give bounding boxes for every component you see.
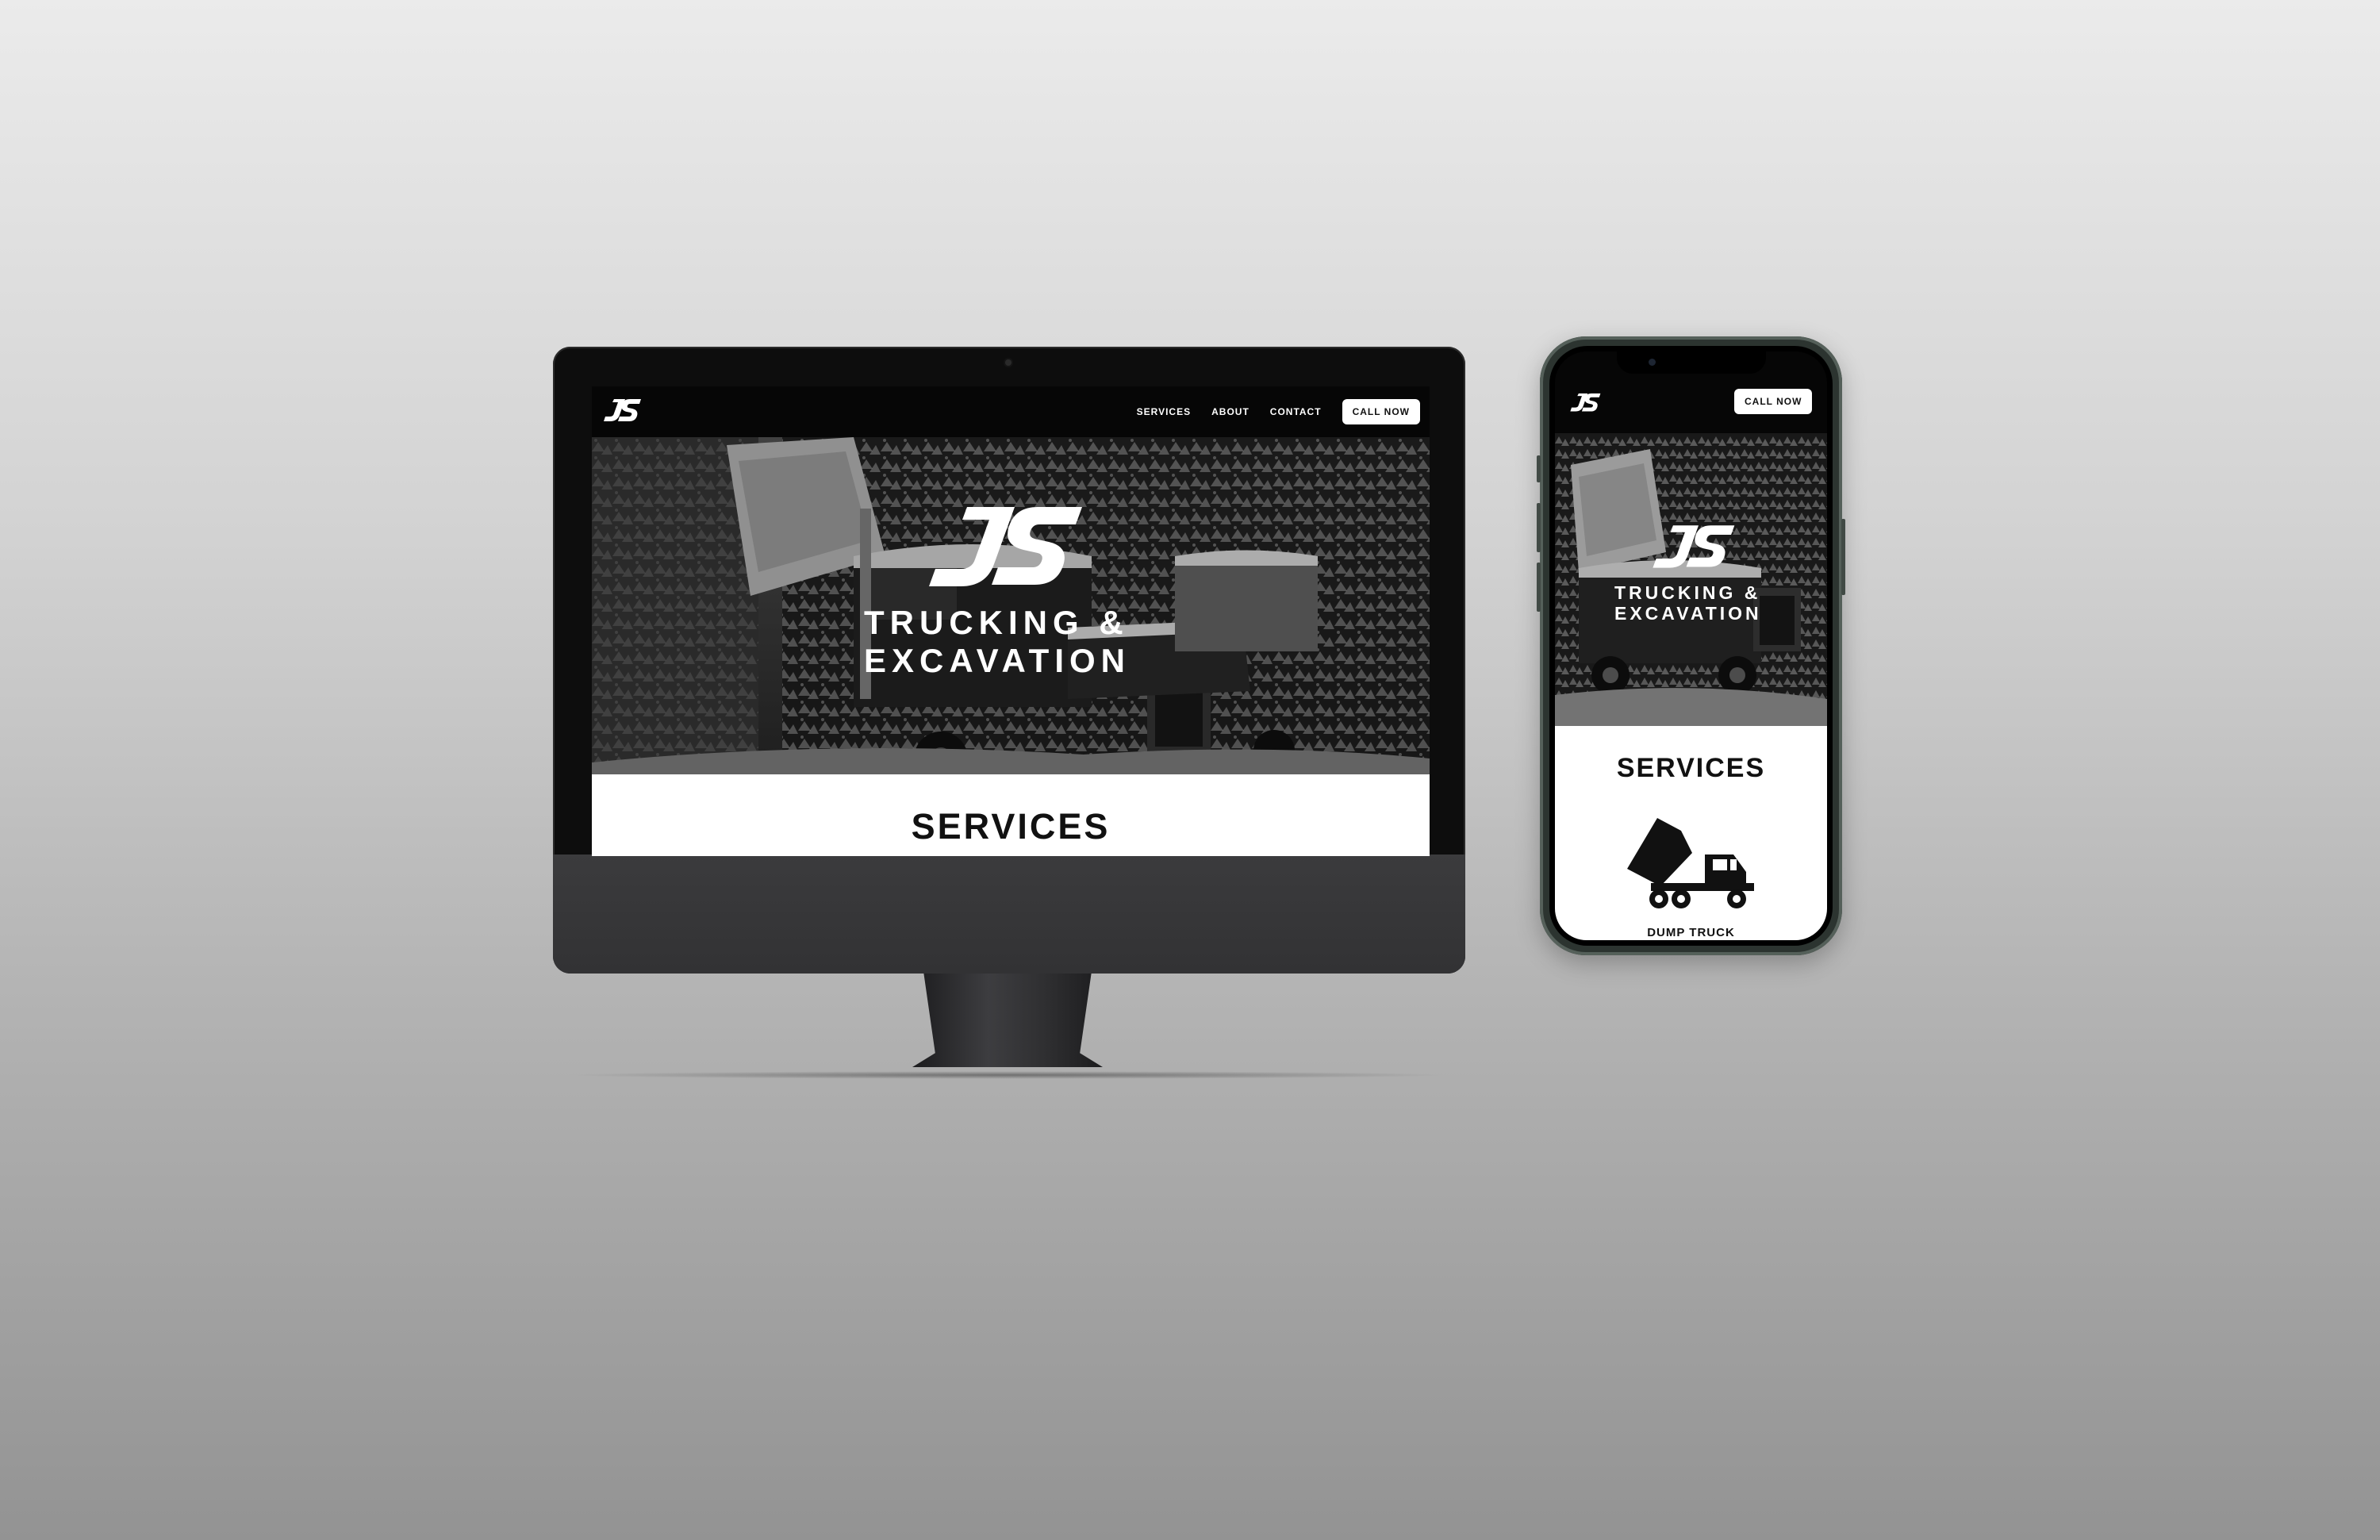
desktop-navbar: JS SERVICES ABOUT CONTACT CALL NOW: [592, 386, 1430, 437]
mobile-hero-truck-photo: [1555, 433, 1827, 726]
mobile-js-logo[interactable]: JS: [1567, 390, 1603, 417]
call-now-button[interactable]: CALL NOW: [1342, 399, 1420, 424]
services-section: SERVICES: [592, 774, 1430, 856]
dump-truck-icon[interactable]: [1619, 813, 1758, 916]
monitor-stand: [912, 974, 1103, 1067]
webcam: [1005, 359, 1012, 366]
mobile-hero-js-logo: JS: [1653, 525, 1735, 568]
monitor-shadow: [563, 1071, 1452, 1079]
mobile-hero-line-1: TRUCKING &: [1614, 582, 1761, 603]
mobile-services-title: SERVICES: [1616, 753, 1766, 783]
mobile-hero-banner: JS TRUCKING & EXCAVATION: [1555, 433, 1827, 726]
mobile-hero-line-2: EXCAVATION: [1614, 603, 1762, 624]
desktop-screen: JS SERVICES ABOUT CONTACT CALL NOW: [592, 386, 1430, 856]
dump-truck-label: DUMP TRUCK: [1647, 926, 1735, 939]
phone-power-button: [1841, 519, 1845, 595]
monitor-chin: [553, 854, 1465, 974]
js-logo[interactable]: JS: [600, 394, 644, 428]
nav-services[interactable]: SERVICES: [1137, 406, 1191, 417]
nav-contact[interactable]: CONTACT: [1270, 406, 1322, 417]
phone-volume-down: [1537, 563, 1541, 612]
nav-about[interactable]: ABOUT: [1211, 406, 1250, 417]
hero-line-2: EXCAVATION: [864, 642, 1131, 679]
hero-js-logo: JS: [929, 507, 1082, 586]
hero-line-1: TRUCKING &: [864, 604, 1129, 641]
phone-volume-up: [1537, 503, 1541, 552]
phone-silent-switch: [1537, 455, 1541, 482]
mobile-phone: JS CALL NOW: [1537, 336, 1845, 955]
mobile-services-section: SERVICES DUMP TRUCK: [1555, 726, 1827, 940]
mobile-screen: JS CALL NOW: [1555, 351, 1827, 940]
mobile-call-now-button[interactable]: CALL NOW: [1734, 389, 1813, 414]
hero-banner: JS TRUCKING & EXCAVATION: [592, 437, 1430, 774]
desktop-menu: SERVICES ABOUT CONTACT CALL NOW: [1137, 386, 1420, 437]
services-title: SERVICES: [911, 806, 1111, 847]
front-camera: [1649, 359, 1656, 366]
phone-notch: [1617, 351, 1766, 374]
